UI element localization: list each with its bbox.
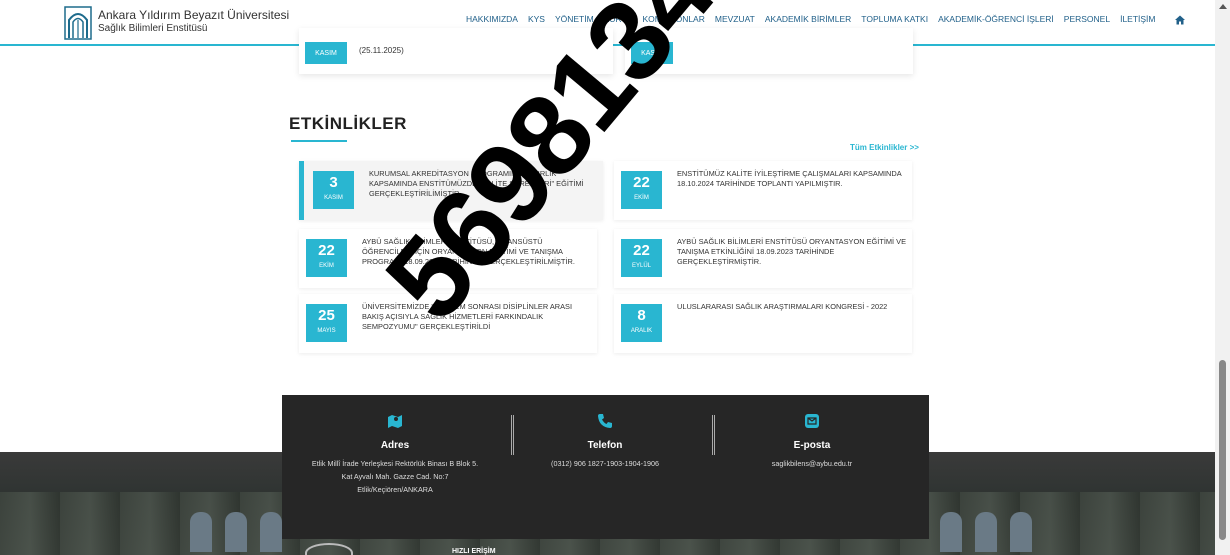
nav-item[interactable]: KOMİSYONLAR [643,14,705,24]
event-month: EKİM [634,195,649,201]
event-title[interactable]: AYBÜ SAĞLIK BİLİMLERİ ENSTİTÜSÜ, LİSANSÜ… [362,237,592,267]
map-icon [388,415,402,428]
event-date-badge: 22 EKİM [621,171,662,209]
section-underline [291,140,347,142]
nav-item[interactable]: PERSONEL [1064,14,1110,24]
event-date-badge: 8 ARALIK [621,304,662,342]
nav-item[interactable]: KYS [528,14,545,24]
date-badge: KASIM [631,42,673,64]
event-month: KASIM [324,195,343,201]
contact-address: Adres Etlik Millî İrade Yerleşkesi Rektö… [290,395,500,496]
event-month: MAYIS [317,328,336,334]
event-card[interactable]: 22 EKİM AYBÜ SAĞLIK BİLİMLERİ ENSTİTÜSÜ, L… [299,229,597,288]
news-card-text: (25.11.2025) [359,46,404,55]
event-day: 22 [633,174,650,191]
news-card[interactable]: KASIM (25.11.2025) [299,28,613,74]
event-day: 8 [637,307,646,324]
footer-quick-access-title: HIZLI ERİŞİM [452,548,496,555]
nav-item[interactable]: KURUL [604,14,633,24]
email-title: E-posta [793,440,831,451]
event-title[interactable]: KURUMSAL AKREDİTASYON PROGRAMINA HAZIRLI… [369,169,599,199]
event-day: 22 [318,242,335,259]
event-title[interactable]: ÜNİVERSİTEMİZDE "DEPREM SONRASI DİSİPLİN… [362,302,592,332]
event-card[interactable]: 8 ARALIK ULUSLARARASI SAĞLIK ARAŞTIRMALARI… [614,294,912,353]
scrollbar[interactable] [1215,0,1230,555]
nav-item[interactable]: AKADEMİK-ÖĞRENCİ İŞLERİ [938,14,1054,24]
event-title[interactable]: ENSTİTÜMÜZ KALİTE İYİLEŞTİRME ÇALIŞMALAR… [677,169,907,189]
nav-item[interactable]: MEVZUAT [715,14,755,24]
event-day: 22 [633,242,650,259]
news-card[interactable]: KASIM [625,28,913,74]
nav-item[interactable]: YÖNETİM [555,14,594,24]
event-day: 25 [318,307,335,324]
event-date-badge: 22 EKİM [306,239,347,277]
phone-icon [598,414,612,428]
home-icon[interactable] [1175,15,1185,25]
event-card[interactable]: 25 MAYIS ÜNİVERSİTEMİZDE "DEPREM SONRASI D… [299,294,597,353]
scroll-up-arrow-icon[interactable] [1219,4,1227,9]
nav-item[interactable]: TOPLUMA KATKI [861,14,928,24]
address-value: Etlik Millî İrade Yerleşkesi Rektörlük B… [311,459,479,494]
page: Ankara Yıldırım Beyazıt Üniversitesi Sağ… [0,0,1230,555]
event-title[interactable]: AYBÜ SAĞLIK BİLİMLERİ ENSTİTÜSÜ ORYANTAS… [677,237,907,267]
contact-phone: Telefon (0312) 906 1827-1903-1904-1906 [500,395,710,470]
envelope-icon [805,414,819,428]
all-events-link[interactable]: Tüm Etkinlikler >> [850,143,919,152]
section-title: ETKİNLİKLER [289,114,407,133]
event-month: EKİM [319,263,334,269]
event-title[interactable]: ULUSLARARASI SAĞLIK ARAŞTIRMALARI KONGRE… [677,302,907,312]
event-date-badge: 25 MAYIS [306,304,347,342]
event-month: EYLÜL [631,263,651,269]
address-title: Adres [380,440,410,451]
event-card[interactable]: 22 EYLÜL AYBÜ SAĞLIK BİLİMLERİ ENSTİTÜSÜ O… [614,229,912,288]
event-card[interactable]: 3 KASIM KURUMSAL AKREDİTASYON PROGRAMINA H… [299,161,603,220]
nav-item[interactable]: AKADEMİK BİRİMLER [765,14,851,24]
university-name: Ankara Yıldırım Beyazıt Üniversitesi [98,8,290,22]
contact-box: Adres Etlik Millî İrade Yerleşkesi Rektö… [282,395,929,539]
event-day: 3 [329,174,338,191]
scrollbar-thumb[interactable] [1219,360,1226,540]
phone-title: Telefon [587,440,623,451]
event-card[interactable]: 22 EKİM ENSTİTÜMÜZ KALİTE İYİLEŞTİRME ÇALI… [614,161,912,220]
event-month: ARALIK [630,328,653,334]
email-value[interactable]: saglikbilens@aybu.edu.tr [707,457,917,470]
main-nav: HAKKIMIZDA KYS YÖNETİM KURUL KOMİSYONLAR MEVZ… [466,14,1156,24]
event-date-badge: 3 KASIM [313,171,354,209]
brand[interactable]: Ankara Yıldırım Beyazıt Üniversitesi Sağ… [98,8,289,36]
contact-email: E-posta saglikbilens@aybu.edu.tr [707,395,917,470]
phone-value[interactable]: (0312) 906 1827-1903-1904-1906 [500,457,710,470]
university-logo[interactable] [64,6,92,40]
event-date-badge: 22 EYLÜL [621,239,662,277]
date-badge: KASIM [305,42,347,64]
institute-name: Sağlık Bilimleri Enstitüsü [98,23,208,34]
nav-item[interactable]: İLETİŞİM [1120,14,1155,24]
nav-item[interactable]: HAKKIMIZDA [466,14,518,24]
